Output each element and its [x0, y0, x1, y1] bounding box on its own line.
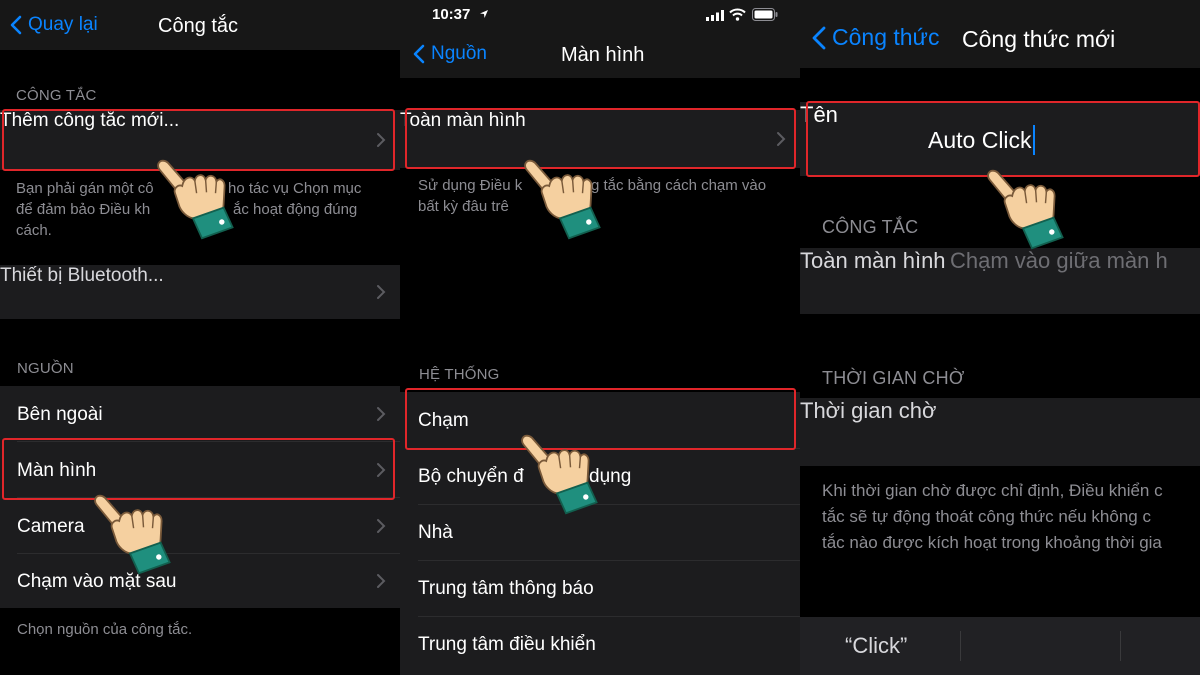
switch-value: Chạm vào giữa màn h: [950, 248, 1168, 273]
nav-bar: Nguồn Màn hình: [400, 30, 800, 78]
switch-note-line2b: ắc hoạt động đúng: [233, 201, 358, 218]
switch-label: Toàn màn hình: [800, 248, 946, 273]
page-title: Công thức mới: [962, 26, 1116, 52]
chevron-left-icon: [812, 26, 826, 49]
suggestion-label: “Click”: [845, 633, 908, 658]
section-header-source: NGUỒN: [17, 360, 74, 377]
pointing-hand-icon: [515, 150, 605, 240]
section-header-switch: CÔNG TẮC: [16, 87, 97, 104]
system-item-label: Bộ chuyển đ: [418, 466, 524, 487]
battery-icon: [752, 8, 778, 21]
location-arrow-icon: [480, 10, 488, 18]
bluetooth-row[interactable]: Thiết bị Bluetooth...: [0, 265, 400, 319]
chevron-left-icon: [413, 44, 425, 64]
pointing-hand-icon: [978, 160, 1068, 250]
chevron-right-icon: [377, 574, 386, 588]
section-header-system: HỆ THỐNG: [419, 366, 500, 383]
system-item-label: Trung tâm điều khiển: [418, 634, 596, 655]
switch-note-line3: cách.: [16, 222, 52, 239]
switch-row[interactable]: Toàn màn hình Chạm vào giữa màn h: [800, 248, 1200, 314]
fullscreen-note-line1a: Sử dụng Điều k: [418, 177, 523, 194]
suggestion-item[interactable]: “Click”: [800, 617, 960, 675]
pointing-hand-icon: [148, 150, 238, 240]
pointing-hand-icon: [512, 425, 602, 515]
pointing-hand-icon: [85, 485, 175, 575]
source-note: Chọn nguồn của công tắc.: [17, 621, 193, 638]
nav-bar: Công thức Công thức mới: [800, 0, 1200, 68]
switch-note-line1b: ho tác vụ Chọn mục: [228, 180, 362, 197]
page-title: Màn hình: [561, 44, 645, 66]
back-label: Nguồn: [431, 43, 487, 64]
back-label: Quay lại: [28, 14, 98, 35]
timeout-note-line2: tắc sẽ tự động thoát công thức nếu không…: [822, 507, 1151, 526]
source-item-camera[interactable]: Camera: [0, 498, 400, 554]
system-item-label: Nhà: [418, 522, 453, 543]
timeout-note-line1: Khi thời gian chờ được chỉ định, Điều kh…: [822, 481, 1163, 500]
bluetooth-label: Thiết bị Bluetooth...: [0, 265, 164, 286]
highlight-box: [2, 438, 395, 500]
timeout-row[interactable]: Thời gian chờ: [800, 398, 1200, 466]
nav-bar: Quay lại Công tắc: [0, 0, 400, 50]
timeout-label: Thời gian chờ: [800, 398, 937, 423]
system-item-notification-center[interactable]: Trung tâm thông báo: [400, 561, 800, 617]
system-item-control-center[interactable]: Trung tâm điều khiển: [400, 617, 800, 673]
status-time: 10:37: [432, 6, 471, 23]
back-button[interactable]: Nguồn: [413, 43, 487, 65]
chevron-left-icon: [10, 15, 22, 35]
chevron-right-icon: [377, 285, 386, 299]
fullscreen-note-line2: bất kỳ đâu trê: [418, 198, 509, 215]
back-label: Công thức: [832, 24, 940, 50]
screen-source-screen: 10:37 Nguồn Màn hình Toàn màn hình Sử dụ…: [400, 0, 800, 675]
fullscreen-note-line1b: g tắc bằng cách chạm vào: [591, 177, 767, 194]
back-button[interactable]: Công thức: [812, 24, 939, 51]
back-button[interactable]: Quay lại: [10, 14, 98, 36]
chevron-right-icon: [377, 519, 386, 533]
source-item-label: Bên ngoài: [17, 404, 103, 425]
chevron-right-icon: [377, 407, 386, 421]
keyboard-suggestion-bar: “Click”: [800, 617, 1200, 675]
divider: [1120, 631, 1121, 661]
section-header-switch: CÔNG TẮC: [822, 217, 919, 237]
page-title: Công tắc: [158, 15, 239, 37]
source-item-external[interactable]: Bên ngoài: [0, 386, 400, 442]
new-recipe-screen: Công thức Công thức mới Tên Auto Click C…: [800, 0, 1200, 675]
source-item-label: Camera: [17, 516, 85, 537]
timeout-note-line3: tắc nào được kích hoạt trong khoảng thời…: [822, 533, 1162, 552]
source-item-back-tap[interactable]: Chạm vào mặt sau: [0, 554, 400, 608]
section-header-timeout: THỜI GIAN CHỜ: [822, 368, 965, 388]
system-item-label: Trung tâm thông báo: [418, 578, 594, 599]
divider: [960, 631, 961, 661]
wifi-icon: [729, 8, 746, 21]
switch-note-line2a: để đảm bảo Điều kh: [16, 201, 151, 218]
switches-screen: Quay lại Công tắc CÔNG TẮC Thêm công tắc…: [0, 0, 400, 675]
status-bar: 10:37: [400, 0, 800, 30]
signal-icon: [706, 10, 724, 21]
switch-note-line1a: Bạn phải gán một cô: [16, 180, 154, 197]
